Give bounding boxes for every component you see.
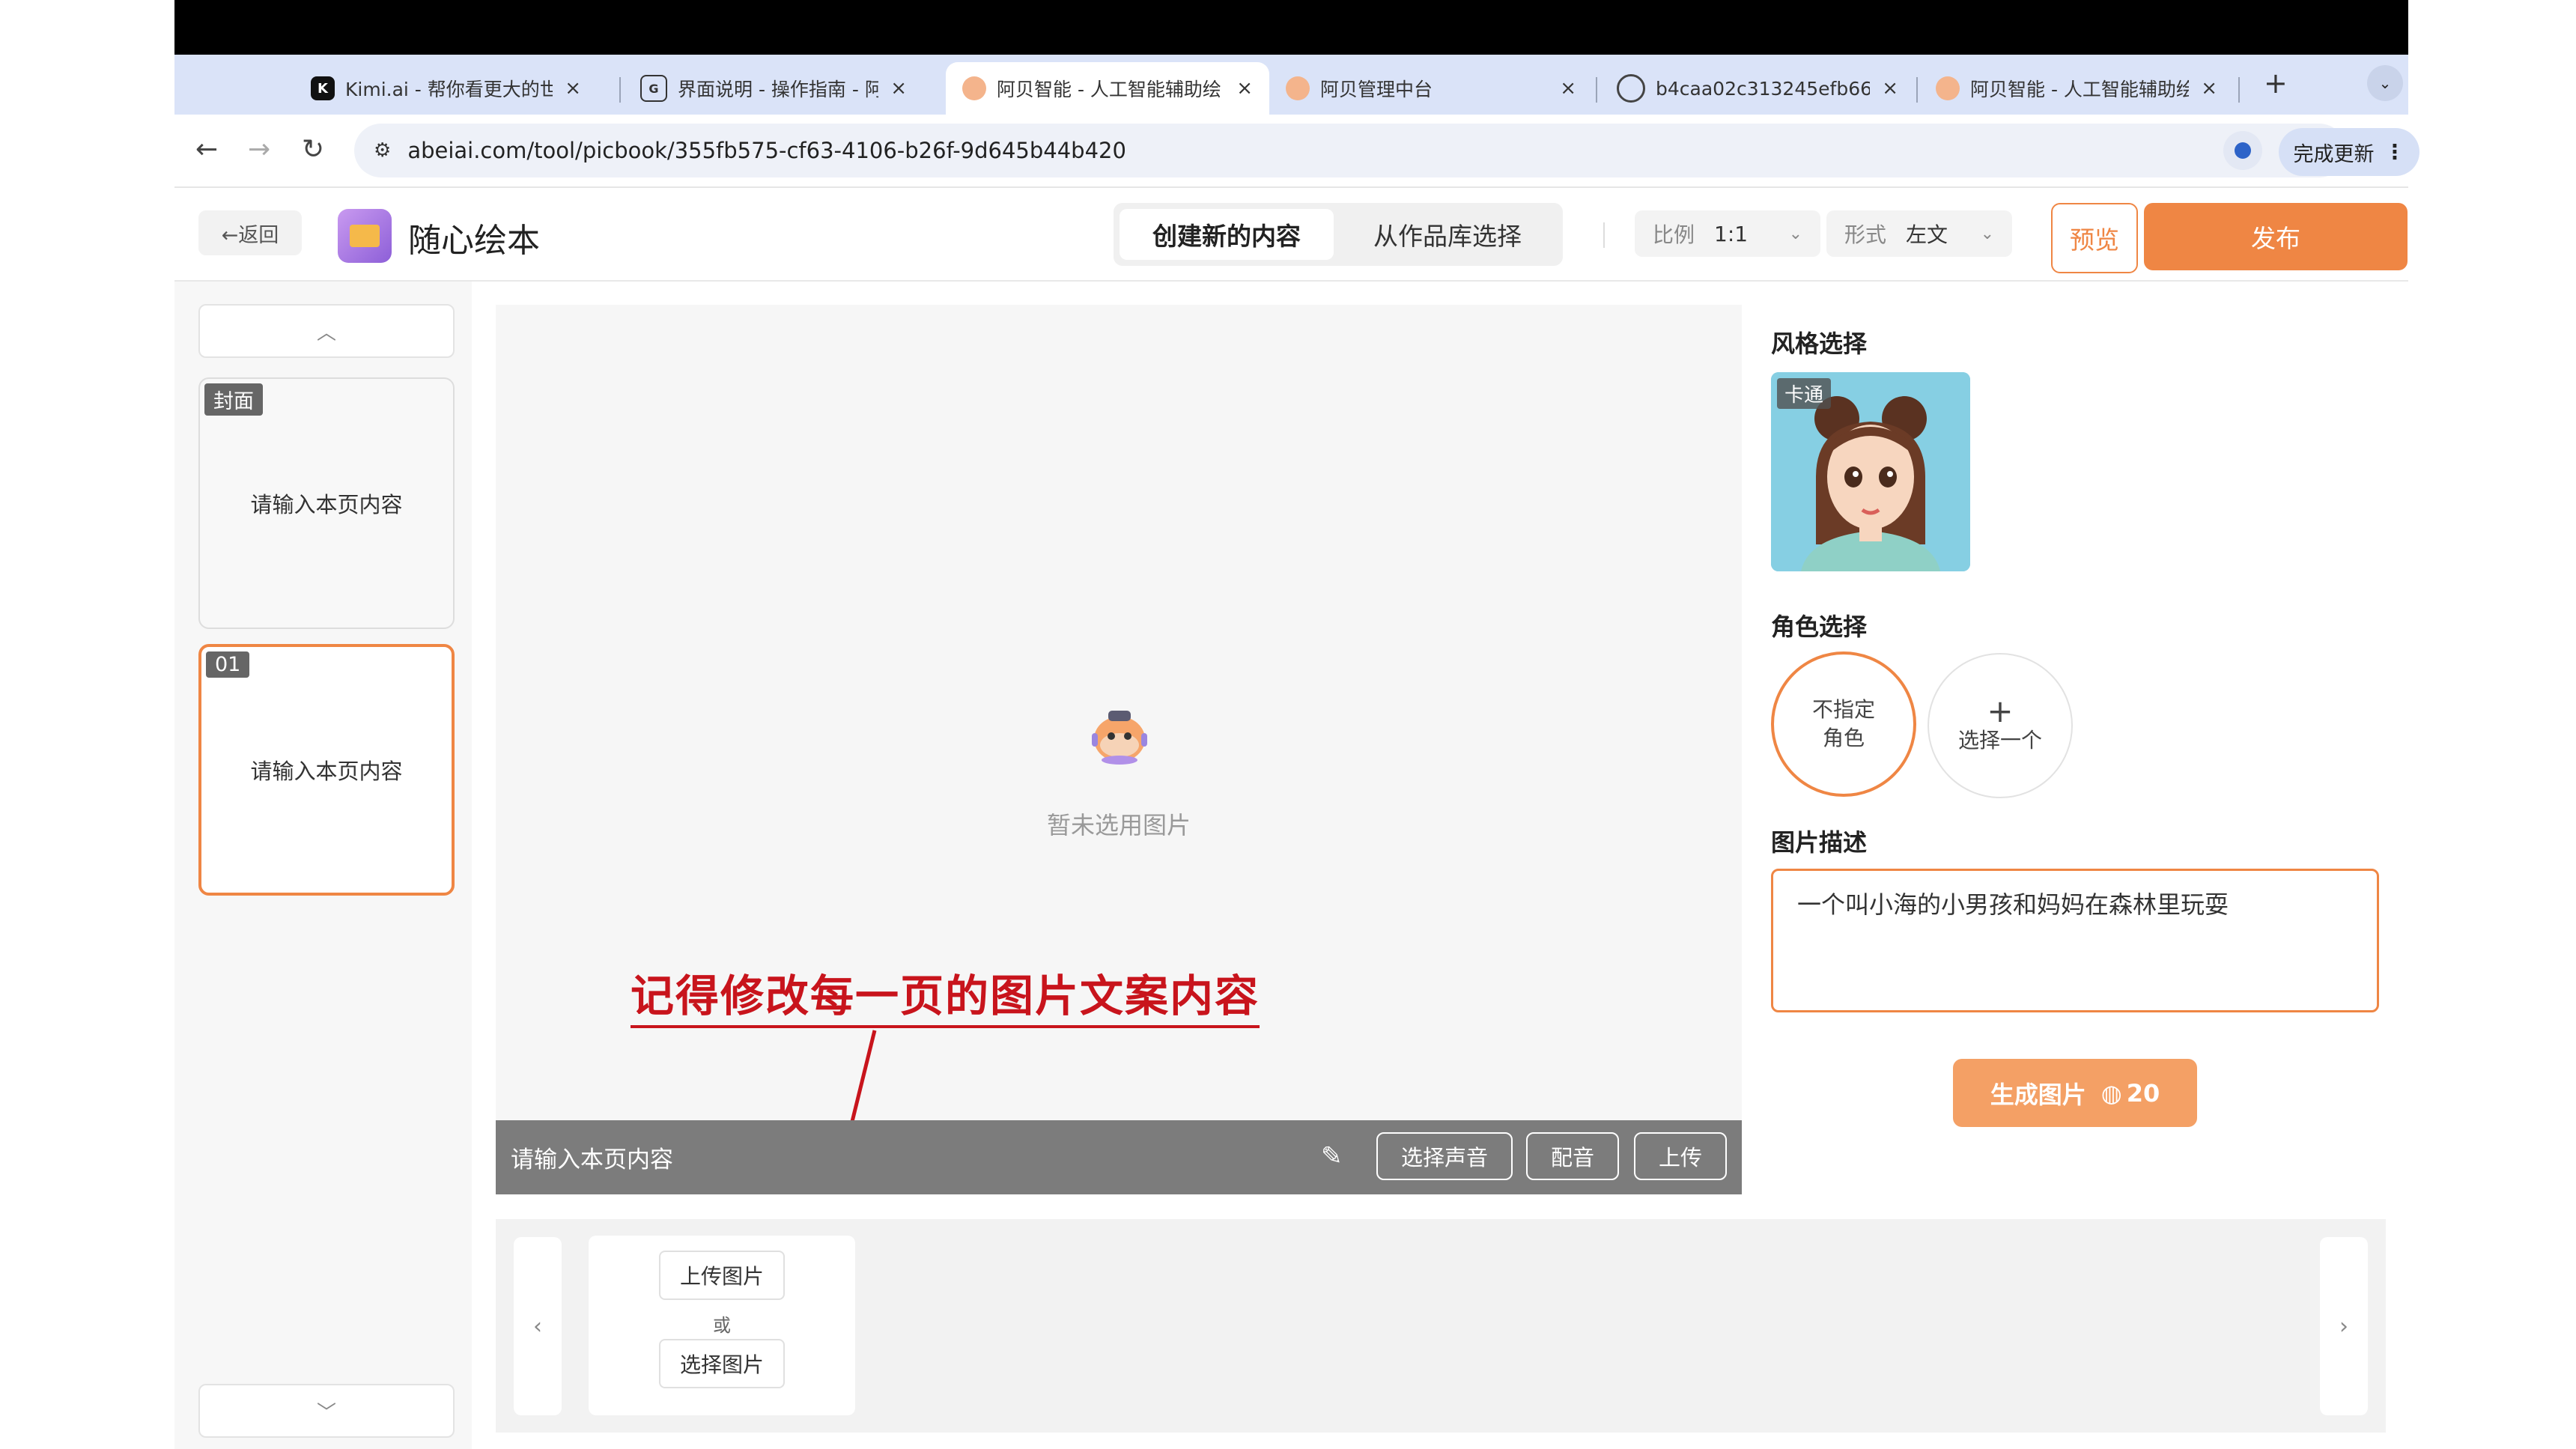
shell-coin-icon: ◍ [2100, 1078, 2122, 1108]
preview-button[interactable]: 预览 [2051, 203, 2138, 273]
close-icon[interactable]: × [565, 77, 581, 100]
page-card-cover[interactable]: 封面 请输入本页内容 [198, 377, 455, 629]
close-icon[interactable]: × [890, 77, 907, 100]
or-text: 或 [713, 1315, 731, 1336]
chevron-right-icon: › [2339, 1313, 2348, 1340]
page-badge: 封面 [204, 383, 263, 416]
tab-divider [619, 77, 621, 103]
tab-divider [1916, 77, 1918, 103]
chevron-down-icon: ⌄ [1788, 224, 1802, 243]
tab-divider [1596, 77, 1597, 103]
scroll-down-button[interactable]: ﹀ [198, 1384, 455, 1438]
upload-image-button[interactable]: 上传图片 [659, 1251, 785, 1300]
image-strip: ‹ 上传图片 或 选择图片 › [496, 1219, 2386, 1433]
style-section-title: 风格选择 [1771, 329, 1868, 358]
select-voice-button[interactable]: 选择声音 [1376, 1132, 1513, 1180]
browser-tab-kimi[interactable]: K Kimi.ai - 帮你看更大的世界 × [294, 62, 598, 115]
role-section-title: 角色选择 [1771, 613, 1868, 641]
role-add-option[interactable]: + 选择一个 [1928, 653, 2073, 798]
tab-divider [2238, 77, 2240, 103]
app-header: ←返回 随心绘本 创建新的内容 从作品库选择 比例 1:1 ⌄ 形式 左文 ⌄ … [174, 188, 2408, 282]
robot-mascot-icon [1086, 700, 1153, 768]
close-icon[interactable]: × [1560, 77, 1576, 100]
generate-cost: 20 [2126, 1078, 2160, 1108]
browser-tab-guide[interactable]: G 界面说明 - 操作指南 - 阿贝 × [624, 62, 923, 115]
empty-image-text: 暂未选用图片 [1046, 811, 1191, 839]
tab-create-new[interactable]: 创建新的内容 [1120, 209, 1334, 260]
browser-tab-abei-2[interactable]: 阿贝智能 - 人工智能辅助绘 × [1919, 62, 2234, 115]
address-bar: ← → ↻ ⚙ abeiai.com/tool/picbook/355fb575… [174, 115, 2419, 188]
page-text-input[interactable]: 请输入本页内容 [511, 1120, 673, 1194]
picbook-logo-icon [338, 209, 392, 263]
format-select[interactable]: 形式 左文 ⌄ [1826, 210, 2012, 257]
style-tag: 卡通 [1777, 378, 1832, 409]
browser-tab-abei-active[interactable]: 阿贝智能 - 人工智能辅助绘 × [946, 62, 1269, 115]
plus-icon: + [1987, 693, 2014, 729]
choose-image-button[interactable]: 选择图片 [659, 1339, 785, 1388]
abei-icon [962, 76, 986, 100]
generate-image-button[interactable]: 生成图片 ◍ 20 [1953, 1059, 2197, 1127]
scroll-up-button[interactable]: ︿ [198, 304, 455, 358]
update-button[interactable]: 完成更新 ⋮ [2279, 128, 2419, 176]
chevron-down-icon: ⌄ [1980, 224, 1994, 243]
page-card-01[interactable]: 01 请输入本页内容 [198, 644, 455, 896]
url-text[interactable]: abeiai.com/tool/picbook/355fb575-cf63-41… [407, 138, 1126, 163]
tab-from-library[interactable]: 从作品库选择 [1338, 209, 1557, 260]
tab-search-chevron-icon[interactable]: ⌄ [2367, 65, 2403, 101]
url-omnibox[interactable]: ⚙ abeiai.com/tool/picbook/355fb575-cf63-… [354, 124, 2346, 177]
ratio-select[interactable]: 比例 1:1 ⌄ [1635, 210, 1820, 257]
image-description-input[interactable]: 一个叫小海的小男孩和妈妈在森林里玩耍 [1771, 869, 2379, 1012]
close-icon[interactable]: × [1882, 77, 1898, 100]
upload-card: 上传图片 或 选择图片 [589, 1236, 855, 1415]
page-canvas[interactable]: 暂未选用图片 [496, 305, 1742, 1194]
new-tab-button[interactable]: + [2264, 67, 2288, 100]
forward-arrow-icon[interactable]: → [248, 134, 270, 165]
dubbing-button[interactable]: 配音 [1526, 1132, 1619, 1180]
profile-icon[interactable] [2223, 131, 2262, 170]
strip-prev-button[interactable]: ‹ [514, 1237, 562, 1415]
abei-icon [1936, 76, 1960, 100]
page-text-bar: 请输入本页内容 ✎ 选择声音 配音 上传 [496, 1120, 1742, 1194]
upload-audio-button[interactable]: 上传 [1634, 1132, 1727, 1180]
edit-pen-icon[interactable]: ✎ [1321, 1141, 1343, 1171]
chevron-down-icon: ﹀ [316, 1401, 336, 1424]
mode-switch: 创建新的内容 从作品库选择 [1114, 203, 1563, 266]
page-badge: 01 [206, 651, 250, 678]
kebab-menu-icon: ⋮ [2384, 140, 2405, 164]
annotation-text: 记得修改每一页的图片文案内容 [631, 961, 1260, 1028]
page-card-text: 请输入本页内容 [250, 759, 403, 784]
chevron-left-icon: ‹ [533, 1313, 542, 1340]
page-card-text: 请输入本页内容 [250, 492, 403, 517]
browser-tab-strip: K Kimi.ai - 帮你看更大的世界 × G 界面说明 - 操作指南 - 阿… [174, 55, 2408, 115]
reload-icon[interactable]: ↻ [302, 134, 324, 165]
doc-icon: G [640, 75, 667, 102]
style-card-cartoon[interactable]: 卡通 [1771, 372, 1970, 571]
chevron-up-icon: ︿ [316, 321, 336, 344]
divider [1603, 222, 1605, 248]
screen-top-bar [174, 0, 2408, 55]
publish-button[interactable]: 发布 [2144, 203, 2408, 270]
site-settings-icon[interactable]: ⚙ [374, 139, 391, 162]
globe-icon [1617, 74, 1645, 103]
page-sidebar: ︿ 封面 请输入本页内容 01 请输入本页内容 ﹀ [174, 282, 472, 1449]
kimi-icon: K [311, 76, 335, 100]
app-title: 随心绘本 [408, 222, 540, 260]
role-unassigned-option[interactable]: 不指定 角色 [1771, 651, 1916, 797]
close-icon[interactable]: × [2201, 77, 2217, 100]
abei-icon [1286, 76, 1310, 100]
back-button[interactable]: ←返回 [198, 210, 302, 255]
back-arrow-icon[interactable]: ← [195, 134, 218, 165]
browser-tab-admin[interactable]: 阿贝管理中台 × [1269, 62, 1593, 115]
close-icon[interactable]: × [1236, 77, 1253, 100]
browser-tab-hash[interactable]: b4caa02c313245efb669 × [1600, 62, 1915, 115]
desc-section-title: 图片描述 [1771, 828, 1868, 857]
strip-next-button[interactable]: › [2320, 1237, 2368, 1415]
